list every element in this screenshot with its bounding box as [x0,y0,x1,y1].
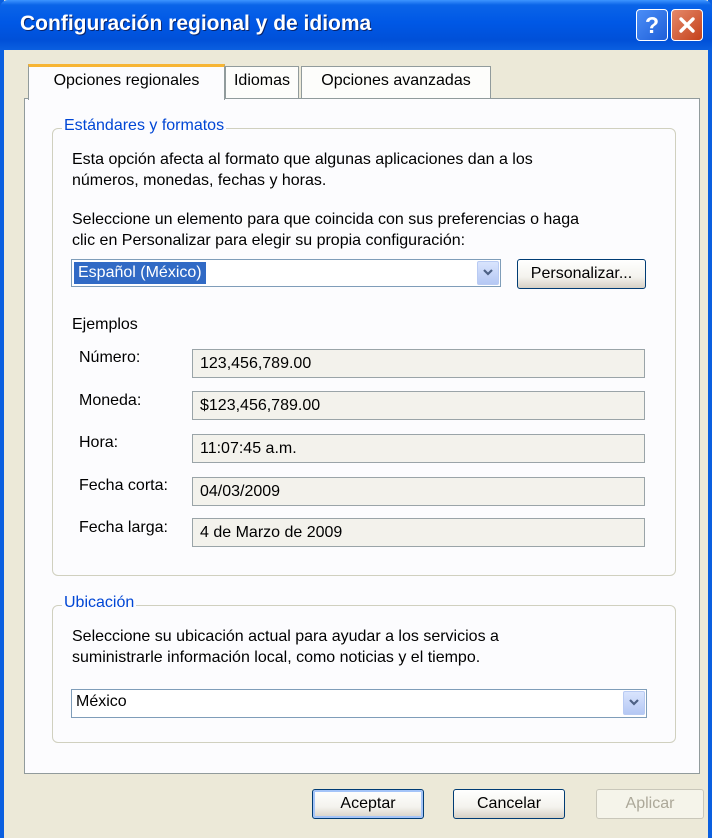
customize-label: Personalizar... [530,265,633,282]
example-value-currency: $123,456,789.00 [192,391,645,420]
location-dropdown-button[interactable] [623,691,645,715]
tab-idiomas[interactable]: Idiomas [225,66,299,100]
format-dropdown[interactable]: Español (México) [71,259,501,287]
format-dropdown-button[interactable] [477,261,499,285]
close-icon [679,17,695,33]
apply-button[interactable]: Aplicar [596,789,704,819]
instruction-line: clic en Personalizar para elegir su prop… [72,232,466,249]
instruction-line: Seleccione un elemento para que coincida… [72,211,579,228]
description-line: números, monedas, fechas y horas. [72,172,327,189]
location-dropdown-value: México [76,693,127,710]
tab-label: Idiomas [233,72,291,89]
title-bar[interactable]: Configuración regional y de idioma ? [0,0,712,50]
chevron-down-icon [483,269,493,276]
location-dropdown[interactable]: México [71,689,647,718]
cancel-label: Cancelar [476,795,542,812]
example-value-long-date: 4 de Marzo de 2009 [192,518,645,547]
standards-select-instructions: Seleccione un elemento para que coincida… [72,209,579,251]
example-value-short-date: 04/03/2009 [192,477,645,506]
tab-label: Opciones regionales [53,72,200,89]
example-value-time: 11:07:45 a.m. [192,434,645,463]
example-label: Número: [79,349,141,366]
help-icon: ? [644,12,660,38]
apply-label: Aplicar [625,795,675,812]
help-button[interactable]: ? [636,9,668,41]
regional-settings-dialog: Configuración regional y de idioma ? Opc… [0,0,712,838]
description-line: Seleccione su ubicación actual para ayud… [72,628,499,645]
examples-heading: Ejemplos [72,316,138,333]
standards-description: Esta opción afecta al formato que alguna… [72,149,533,191]
standards-formats-legend: Estándares y formatos [62,117,227,135]
close-button[interactable] [671,9,703,41]
customize-button[interactable]: Personalizar... [517,259,646,289]
ok-button[interactable]: Aceptar [312,789,424,819]
location-description: Seleccione su ubicación actual para ayud… [72,626,499,668]
ok-label: Aceptar [340,795,396,812]
example-label: Fecha corta: [79,477,168,494]
window-title: Configuración regional y de idioma [20,12,372,35]
location-legend: Ubicación [62,594,137,612]
example-label: Hora: [79,434,119,451]
cancel-button[interactable]: Cancelar [453,789,565,819]
format-dropdown-value: Español (México) [74,262,206,284]
description-line: suministrarle información local, como no… [72,649,481,666]
tab-opciones-regionales[interactable]: Opciones regionales [28,64,225,100]
description-line: Esta opción afecta al formato que alguna… [72,151,533,168]
example-value-number: 123,456,789.00 [192,349,645,378]
tab-label: Opciones avanzadas [321,72,471,89]
chevron-down-icon [629,699,639,706]
example-label: Fecha larga: [79,519,168,536]
tab-panel-regional: Estándares y formatos Esta opción afecta… [24,98,700,774]
example-label: Moneda: [79,392,142,409]
tab-opciones-avanzadas[interactable]: Opciones avanzadas [301,66,491,100]
